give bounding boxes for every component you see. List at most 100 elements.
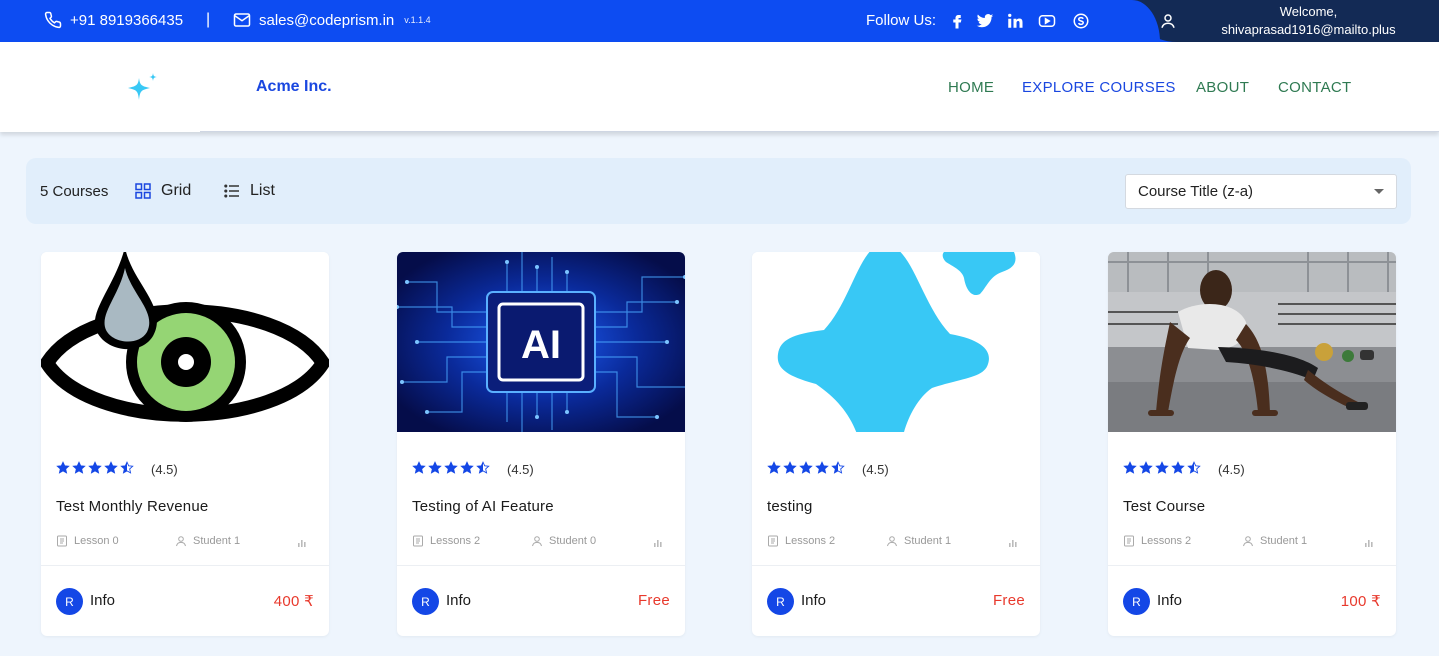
rating-value: (4.5) xyxy=(507,462,534,477)
students-count: Student 1 xyxy=(1260,535,1308,547)
svg-text:AI: AI xyxy=(521,323,561,367)
students-count: Student 1 xyxy=(193,535,241,547)
avatar[interactable]: R xyxy=(56,588,83,615)
nav-home[interactable]: HOME xyxy=(948,79,994,96)
course-card[interactable]: (4.5) Test Course Lessons 2 Student 1 R … xyxy=(1108,252,1396,636)
course-thumbnail[interactable] xyxy=(752,252,1040,432)
course-price: Free xyxy=(992,592,1025,609)
author-name[interactable]: Info xyxy=(801,592,826,609)
card-divider xyxy=(1108,565,1396,566)
lessons-meta: Lessons 2 xyxy=(767,535,835,547)
star-full-icon xyxy=(783,461,797,474)
level-chart-icon xyxy=(298,540,306,547)
list-icon xyxy=(224,184,239,198)
course-title[interactable]: Test Course xyxy=(1123,498,1205,515)
nav-explore-courses[interactable]: EXPLORE COURSES xyxy=(1022,79,1176,96)
star-full-icon xyxy=(460,461,474,474)
ai-chip-illustration: AI xyxy=(397,252,685,432)
email-contact[interactable]: sales@codeprism.in v.1.1.4 xyxy=(233,11,431,29)
grid-view-label: Grid xyxy=(161,182,192,199)
youtube-icon[interactable] xyxy=(1037,11,1057,31)
gym-pushup-photo xyxy=(1108,252,1396,432)
course-price: 400 ₹ xyxy=(273,593,314,610)
sort-select[interactable]: Course Title (z-a) xyxy=(1125,174,1397,209)
facebook-icon[interactable] xyxy=(947,11,967,31)
sparkle-logo-icon[interactable] xyxy=(126,72,158,104)
lessons-count: Lesson 0 xyxy=(74,535,119,547)
user-icon xyxy=(887,536,897,547)
course-count: 5 Courses xyxy=(40,183,109,200)
students-meta: Student 1 xyxy=(1242,535,1307,547)
avatar[interactable]: R xyxy=(767,588,794,615)
lessons-count: Lessons 2 xyxy=(1141,535,1192,547)
course-title[interactable]: Test Monthly Revenue xyxy=(56,498,208,515)
linkedin-icon[interactable] xyxy=(1005,11,1025,31)
email-address: sales@codeprism.in xyxy=(259,11,395,29)
book-icon xyxy=(1124,535,1134,547)
lessons-meta: Lessons 2 xyxy=(412,535,480,547)
grid-view-button[interactable]: Grid xyxy=(135,182,191,200)
course-thumbnail[interactable]: AI xyxy=(397,252,685,432)
star-half-icon xyxy=(120,461,134,474)
sparkle-logo xyxy=(752,252,1040,432)
level-chart-icon xyxy=(1009,540,1017,547)
nav-contact[interactable]: CONTACT xyxy=(1278,79,1351,96)
user-icon xyxy=(176,536,186,547)
mail-icon xyxy=(233,13,251,27)
level-chart-icon xyxy=(1365,540,1373,547)
skype-icon[interactable] xyxy=(1071,11,1091,31)
star-full-icon xyxy=(1155,461,1169,474)
author-name[interactable]: Info xyxy=(1157,592,1182,609)
star-full-icon xyxy=(1123,461,1137,474)
list-view-label: List xyxy=(250,182,275,199)
students-count: Student 1 xyxy=(904,535,952,547)
phone-contact[interactable]: +91 8919366435 xyxy=(44,11,183,29)
user-icon xyxy=(532,536,542,547)
star-half-icon xyxy=(831,461,845,474)
author-name[interactable]: Info xyxy=(446,592,471,609)
rating-value: (4.5) xyxy=(1218,462,1245,477)
book-icon xyxy=(57,535,67,547)
star-full-icon xyxy=(799,461,813,474)
course-card[interactable]: (4.5) testing Lessons 2 Student 1 R Info… xyxy=(752,252,1040,636)
phone-number: +91 8919366435 xyxy=(70,11,184,29)
user-icon[interactable] xyxy=(1159,12,1177,30)
star-full-icon xyxy=(1171,461,1185,474)
rating-stars xyxy=(1123,461,1201,475)
course-thumbnail[interactable] xyxy=(1108,252,1396,432)
star-half-icon xyxy=(476,461,490,474)
topbar-separator: | xyxy=(206,11,211,28)
card-divider xyxy=(397,565,685,566)
course-thumbnail[interactable] xyxy=(41,252,329,432)
card-divider xyxy=(752,565,1040,566)
course-price: 100 ₹ xyxy=(1340,593,1381,610)
course-price: Free xyxy=(637,592,670,609)
author-name[interactable]: Info xyxy=(90,592,115,609)
book-icon xyxy=(768,535,778,547)
welcome-user-email: shivaprasad1916@mailto.plus xyxy=(1221,22,1396,37)
welcome-greeting: Welcome, xyxy=(1279,4,1338,19)
lessons-count: Lessons 2 xyxy=(430,535,481,547)
twitter-icon[interactable] xyxy=(975,11,995,31)
course-title[interactable]: Testing of AI Feature xyxy=(412,498,554,515)
chevron-down-icon[interactable] xyxy=(1374,189,1384,194)
students-meta: Student 1 xyxy=(175,535,240,547)
nav-about[interactable]: ABOUT xyxy=(1196,79,1249,96)
course-card[interactable]: AI (4.5) Testing of AI Feature Lessons 2… xyxy=(397,252,685,636)
rating-stars xyxy=(56,461,134,475)
star-full-icon xyxy=(767,461,781,474)
rating-value: (4.5) xyxy=(862,462,889,477)
brand-name[interactable]: Acme Inc. xyxy=(256,78,332,96)
course-card[interactable]: (4.5) Test Monthly Revenue Lesson 0 Stud… xyxy=(41,252,329,636)
level-chart-icon xyxy=(654,540,662,547)
list-view-button[interactable]: List xyxy=(224,182,275,200)
phone-icon xyxy=(44,11,62,29)
card-divider xyxy=(41,565,329,566)
course-title[interactable]: testing xyxy=(767,498,813,515)
avatar[interactable]: R xyxy=(1123,588,1150,615)
rating-stars xyxy=(767,461,845,475)
star-half-icon xyxy=(1187,461,1201,474)
star-full-icon xyxy=(444,461,458,474)
students-count: Student 0 xyxy=(549,535,597,547)
avatar[interactable]: R xyxy=(412,588,439,615)
